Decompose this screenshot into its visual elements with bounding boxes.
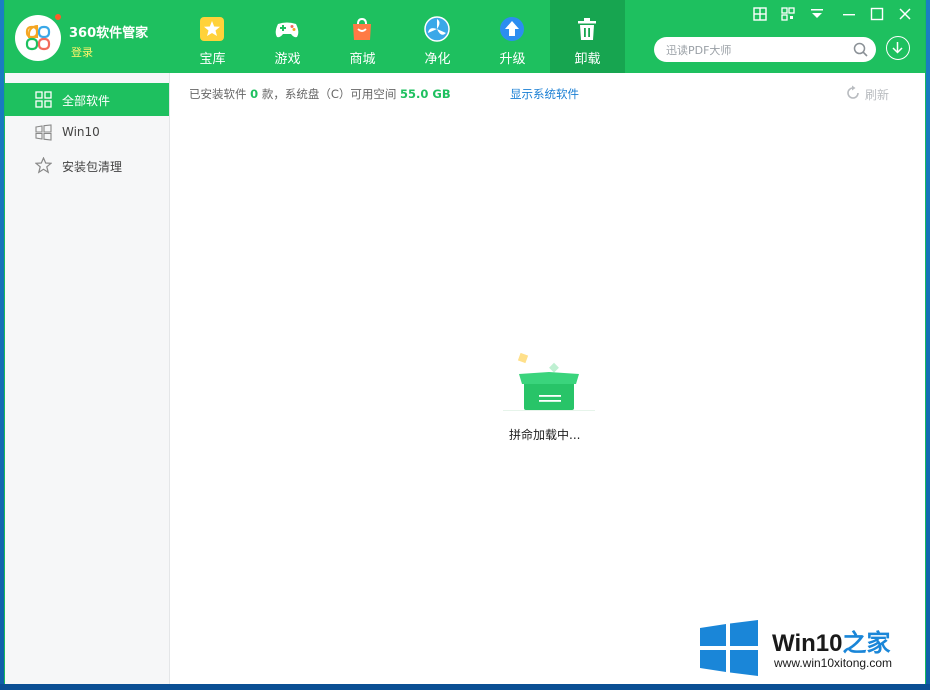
nav-uninstall[interactable]: 卸载 <box>550 0 625 73</box>
shopping-bag-icon <box>353 17 371 40</box>
watermark-url: www.win10xitong.com <box>774 656 893 670</box>
sidebar-item-label: 安装包清理 <box>62 160 123 174</box>
installed-count: 0 <box>250 87 259 101</box>
dropdown-icon[interactable] <box>809 7 825 23</box>
gamepad-icon <box>275 22 299 38</box>
show-system-software-link[interactable]: 显示系统软件 <box>510 86 579 102</box>
download-arrow-icon <box>892 42 903 54</box>
search-icon[interactable] <box>853 42 868 57</box>
trash-icon <box>578 18 596 40</box>
upgrade-arrow-icon <box>500 17 524 41</box>
download-button[interactable] <box>886 36 910 60</box>
windows-icon <box>35 124 52 141</box>
refresh-label: 刷新 <box>865 88 890 102</box>
nav-label: 游戏 <box>274 52 301 67</box>
qr-icon[interactable] <box>780 7 796 23</box>
app-window: 360软件管家 登录 宝库 游戏 商城 净化 升级 卸载 迅读PDF大师 全部软… <box>5 0 925 684</box>
grid-icon <box>35 91 52 108</box>
fan-icon <box>424 16 450 42</box>
nav-baoku[interactable]: 宝库 <box>175 0 250 73</box>
sidebar-item-label: 全部软件 <box>62 94 111 108</box>
sidebar-item-label: Win10 <box>62 125 100 139</box>
taskbar-strip <box>0 684 930 690</box>
app-title: 360软件管家 <box>69 26 149 41</box>
sidebar: 全部软件 Win10 安装包清理 <box>5 73 170 684</box>
header-bar: 360软件管家 登录 宝库 游戏 商城 净化 升级 卸载 迅读PDF大师 <box>5 0 925 73</box>
grid-menu-icon[interactable] <box>752 7 768 23</box>
watermark-title-accent: 之家 <box>842 630 891 657</box>
nav-label: 卸载 <box>574 52 601 67</box>
app-logo <box>15 15 61 61</box>
watermark-title: Win10之家 <box>772 623 890 658</box>
summary-prefix: 已安装软件 <box>189 87 247 101</box>
close-icon[interactable] <box>897 7 913 23</box>
nav-upgrade[interactable]: 升级 <box>475 0 550 73</box>
star-outline-icon <box>35 157 52 174</box>
nav-store[interactable]: 商城 <box>325 0 400 73</box>
nav-label: 净化 <box>424 52 451 67</box>
sidebar-item-win10[interactable]: Win10 <box>5 116 169 149</box>
install-summary: 已安装软件 0 款，系统盘（C）可用空间 55.0 GB <box>189 86 451 102</box>
watermark-title-main: Win10 <box>772 630 843 657</box>
refresh-icon <box>847 85 859 99</box>
login-link[interactable]: 登录 <box>71 44 93 60</box>
star-icon <box>200 17 224 41</box>
loading-text: 拼命加载中... <box>509 428 581 442</box>
nav-purify[interactable]: 净化 <box>400 0 475 73</box>
sidebar-item-all-software[interactable]: 全部软件 <box>5 83 169 116</box>
windows-logo-watermark <box>700 620 758 676</box>
search-placeholder: 迅读PDF大师 <box>666 44 732 57</box>
maximize-icon[interactable] <box>869 7 885 23</box>
nav-games[interactable]: 游戏 <box>250 0 325 73</box>
nav-label: 宝库 <box>199 52 226 67</box>
nav-label: 升级 <box>499 52 526 67</box>
sidebar-item-package-cleanup[interactable]: 安装包清理 <box>5 149 169 182</box>
loading-box-illustration <box>503 352 595 411</box>
notification-dot <box>55 14 61 20</box>
minimize-icon[interactable] <box>841 7 857 23</box>
nav-label: 商城 <box>349 52 376 67</box>
search-input[interactable]: 迅读PDF大师 <box>654 37 876 62</box>
free-space-value: 55.0 GB <box>400 87 451 101</box>
summary-middle: 款，系统盘（C）可用空间 <box>261 87 397 101</box>
